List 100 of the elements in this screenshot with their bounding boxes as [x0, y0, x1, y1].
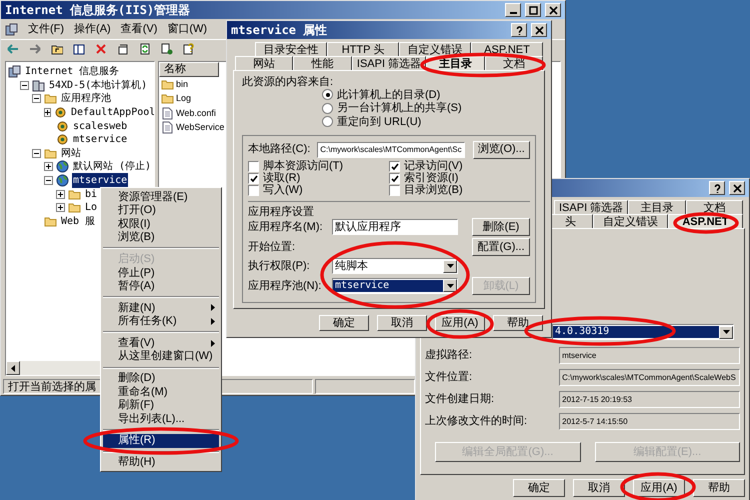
menu-item[interactable]: 暂停(A)	[103, 280, 219, 294]
help-icon[interactable]	[183, 43, 195, 55]
up-folder-icon[interactable]	[51, 43, 63, 55]
checkbox[interactable]	[389, 185, 400, 196]
dropdown[interactable]: mtservice	[332, 278, 458, 294]
tab[interactable]: 主目录	[628, 200, 686, 214]
panel-toggle-icon[interactable]	[73, 43, 85, 55]
help-button[interactable]	[511, 23, 527, 37]
button[interactable]: 应用(A)	[435, 315, 485, 331]
list-item[interactable]: Web.confi	[176, 106, 216, 120]
expand-toggle[interactable]	[20, 80, 29, 90]
close-button[interactable]	[729, 181, 745, 195]
menu-item[interactable]: 打开(O)	[103, 204, 219, 218]
minimize-button[interactable]	[505, 3, 521, 17]
export-list-icon[interactable]	[161, 43, 173, 55]
checkbox[interactable]	[248, 173, 259, 184]
tree-item[interactable]: Web 服	[60, 214, 96, 229]
expand-toggle[interactable]	[32, 94, 41, 104]
list-item[interactable]: Log	[176, 92, 192, 106]
checkbox[interactable]	[248, 185, 259, 196]
tree-item[interactable]: mtservice	[72, 132, 128, 148]
tree-item[interactable]: mtservice	[72, 173, 128, 188]
button[interactable]: 取消	[377, 315, 427, 331]
checkbox[interactable]	[389, 173, 400, 184]
expand-toggle[interactable]	[44, 162, 53, 172]
button[interactable]: 帮助	[493, 315, 543, 331]
tree-item[interactable]: Lo	[84, 200, 98, 216]
tree-item[interactable]: DefaultAppPool	[70, 105, 154, 120]
list-item[interactable]: WebService	[176, 121, 224, 134]
tab[interactable]: 自定义错误	[593, 214, 668, 228]
tree-item[interactable]: 54XD-5(本地计算机)	[48, 78, 148, 93]
radio-button[interactable]	[322, 89, 333, 100]
maximize-button[interactable]	[525, 3, 541, 17]
properties-icon[interactable]	[117, 43, 129, 55]
expand-toggle[interactable]	[32, 148, 41, 158]
expand-toggle[interactable]	[44, 176, 53, 186]
menu-item[interactable]: 浏览(B)	[103, 230, 219, 244]
tree-item[interactable]: Internet 信息服务	[24, 64, 120, 80]
question-mark-icon	[514, 26, 524, 34]
button[interactable]: 确定	[513, 479, 565, 497]
checkbox-label: 索引资源(I)	[404, 172, 458, 184]
version-dropdown[interactable]: 4.0.30319	[552, 324, 734, 340]
menu-item[interactable]: 操作(A)	[70, 20, 115, 38]
minus-icon	[46, 178, 51, 184]
button[interactable]: 配置(G)...	[472, 238, 530, 256]
menu-item[interactable]: 属性(R)	[103, 434, 219, 448]
tab[interactable]: 性能	[293, 56, 352, 70]
tree-item[interactable]: 默认网站 (停止)	[72, 159, 152, 174]
tab[interactable]: HTTP 头	[327, 42, 399, 56]
button[interactable]: 帮助	[693, 479, 745, 497]
menu-item[interactable]: 停止(P)	[103, 266, 219, 280]
back-arrow-icon[interactable]	[7, 43, 19, 55]
close-button[interactable]	[545, 3, 561, 17]
button[interactable]: 取消	[573, 479, 625, 497]
button[interactable]: 应用(A)	[633, 479, 685, 497]
button[interactable]: 浏览(O)...	[472, 140, 530, 158]
delete-icon[interactable]	[95, 43, 107, 55]
expand-toggle[interactable]	[44, 108, 51, 118]
menu-item[interactable]: 权限(I)	[103, 217, 219, 231]
expand-toggle[interactable]	[56, 190, 65, 199]
menu-item[interactable]: 查看(V)	[103, 336, 219, 350]
globe-icon	[56, 174, 69, 188]
checkbox-label: 读取(R)	[263, 171, 300, 184]
button[interactable]: 删除(E)	[472, 218, 530, 236]
tree-item[interactable]: 网站	[60, 146, 82, 161]
dropdown[interactable]: 纯脚本	[332, 258, 458, 274]
tab[interactable]: ISAPI 筛选器	[352, 56, 426, 70]
path-field[interactable]: C:\mywork\scales\MTCommonAgent\Sc	[317, 142, 465, 158]
text-field[interactable]: 默认应用程序	[332, 219, 458, 236]
list-item[interactable]: bin	[176, 78, 188, 91]
menu-item[interactable]: 文件(F)	[24, 20, 68, 38]
menu-item[interactable]: 窗口(W)	[163, 20, 212, 38]
column-header[interactable]: 名称	[159, 62, 219, 77]
menu-item[interactable]: 导出列表(L)...	[103, 412, 219, 426]
tab[interactable]: 目录安全性	[255, 42, 327, 56]
menu-item[interactable]: 刷新(F)	[103, 398, 219, 412]
expand-toggle[interactable]	[56, 203, 65, 212]
tree-item[interactable]: scalesweb	[72, 118, 128, 134]
radio-button[interactable]	[322, 116, 333, 128]
menu-item[interactable]: 查看(V)	[116, 20, 162, 38]
field-label: 上次修改文件的时间:	[425, 414, 528, 429]
menu-item[interactable]: 资源管理器(E)	[103, 190, 219, 204]
radio-button[interactable]	[322, 102, 333, 114]
help-button[interactable]	[709, 181, 725, 195]
tree-item[interactable]: bi	[84, 186, 98, 202]
checkbox[interactable]	[248, 161, 259, 172]
tab[interactable]: ISAPI 筛选器	[554, 200, 628, 214]
button[interactable]: 确定	[319, 315, 369, 331]
checkbox[interactable]	[389, 161, 400, 172]
question-mark-icon	[712, 184, 722, 192]
menu-item[interactable]: 所有任务(K)	[103, 314, 219, 328]
menu-item[interactable]: 帮助(H)	[103, 456, 219, 470]
menu-item[interactable]: 新建(N)	[103, 301, 219, 315]
tab[interactable]: 文档	[686, 200, 743, 214]
close-button[interactable]	[531, 23, 547, 37]
menu-item[interactable]: 从这里创建窗口(W)	[103, 350, 219, 364]
tree-item[interactable]: 应用程序池	[60, 91, 112, 106]
tab[interactable]: 网站	[235, 56, 294, 70]
refresh-icon[interactable]	[139, 43, 151, 55]
forward-arrow-icon[interactable]	[29, 43, 41, 55]
